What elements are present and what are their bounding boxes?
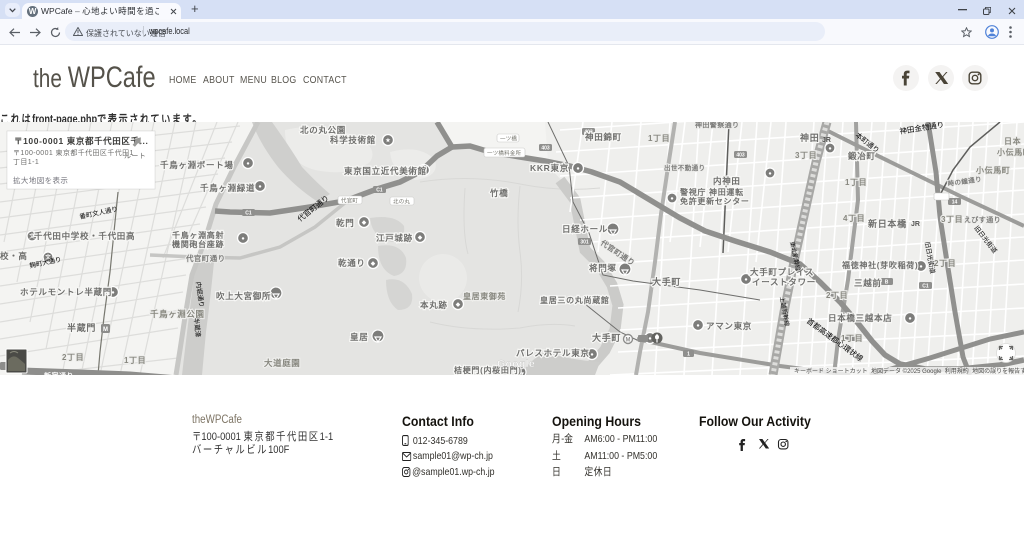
svg-text:福徳神社(芽吹稲荷): 福徳神社(芽吹稲荷) [841,260,918,270]
svg-text:神田錦町: 神田錦町 [585,132,622,142]
svg-text:◆: ◆ [370,260,376,267]
svg-text:えびす通り: えびす通り [964,215,1001,224]
svg-text:本丸跡: 本丸跡 [420,300,448,310]
svg-text:JR: JR [911,221,920,228]
svg-text:1丁目: 1丁目 [845,178,867,187]
svg-text:大手町: 大手町 [592,332,621,343]
svg-text:一ツ橋: 一ツ橋 [500,135,517,143]
svg-text:将門塚: 将門塚 [589,263,617,273]
svg-text:小伝馬町: 小伝馬町 [975,165,1010,175]
svg-text:大手町プレイス: 大手町プレイス [750,267,814,277]
svg-text:大手町: 大手町 [652,276,681,287]
svg-text:●: ● [908,316,911,322]
svg-text:2丁目: 2丁目 [826,291,848,300]
svg-text:●: ● [648,336,651,342]
svg-text:キーボード ショートカット 地図データ ©2025 Goo: キーボード ショートカット 地図データ ©2025 Google 利用規約 地図… [794,367,1024,375]
svg-text:皇居: 皇居 [350,332,368,342]
svg-text:1丁目: 1丁目 [648,134,670,143]
svg-text:2丁目: 2丁目 [62,353,84,362]
svg-text:M: M [103,327,108,333]
svg-text:ホテルモントレ半蔵門: ホテルモントレ半蔵門 [20,287,112,297]
svg-text:〒100-0001 東京都千代田区千代田1: 〒100-0001 東京都千代田区千代田1 [13,148,134,157]
svg-text:B: B [885,280,889,286]
svg-text:科学技術館: 科学技術館 [330,135,376,145]
svg-text:◆: ◆ [417,234,423,241]
svg-text:千鳥ヶ淵高射: 千鳥ヶ淵高射 [172,230,224,240]
svg-text:出世不動通り: 出世不動通り [664,163,705,172]
svg-text:●: ● [258,184,261,190]
svg-text:●: ● [919,264,922,270]
svg-text:神田: 神田 [800,132,819,143]
svg-text:●: ● [241,236,244,242]
svg-text:皇居東御苑: 皇居東御苑 [463,291,506,301]
svg-text:鍛冶町: 鍛冶町 [847,151,876,161]
svg-text:●: ● [246,161,249,167]
svg-text:アマン東京: アマン東京 [706,321,752,331]
svg-text:三越前: 三越前 [854,278,882,288]
svg-text:大道庭園: 大道庭園 [264,358,300,368]
svg-text:一ツ橋料金所: 一ツ橋料金所 [487,149,522,157]
svg-text:●: ● [590,352,593,358]
svg-text:新日本橋: 新日本橋 [868,218,907,229]
svg-text:校・高: 校・高 [0,251,28,261]
svg-text:4丁目: 4丁目 [843,214,865,223]
svg-text:北の丸公園: 北の丸公園 [300,125,346,135]
svg-text:警視庁 神田運転: 警視庁 神田運転 [679,187,744,197]
svg-text:拡大地図を表示: 拡大地図を表示 [13,175,68,185]
svg-text:丁目1-1: 丁目1-1 [13,158,39,166]
svg-text:半蔵門: 半蔵門 [67,322,96,333]
svg-text:機関砲台座跡: 機関砲台座跡 [172,239,224,249]
svg-text:●: ● [768,171,771,177]
svg-text:江戸城跡: 江戸城跡 [376,233,413,243]
svg-text:M: M [626,338,631,344]
svg-text:北の丸: 北の丸 [393,198,410,206]
svg-text:日本: 日本 [1004,136,1021,146]
svg-text:301: 301 [580,240,589,246]
svg-text:3丁目: 3丁目 [795,151,817,160]
svg-text:Google: Google [497,358,535,370]
svg-text:C1: C1 [376,188,383,194]
svg-text:◆: ◆ [361,219,367,226]
svg-text:乾通り: 乾通り [338,258,366,268]
svg-text:竹橋: 竹橋 [489,188,508,198]
svg-text:千代田中学校・千代田高: 千代田中学校・千代田高 [34,231,135,241]
svg-text:●: ● [744,277,747,283]
svg-text:403: 403 [736,153,745,159]
svg-text:乾門: 乾門 [336,218,354,228]
svg-text:1丁目: 1丁目 [124,356,146,365]
svg-text:パレスホテル東京: パレスホテル東京 [516,348,590,358]
svg-text:◆: ◆ [455,301,461,308]
svg-text:代官町: 代官町 [341,197,358,205]
svg-text:403: 403 [541,146,550,152]
svg-text:内神田: 内神田 [713,176,741,186]
svg-text:2丁目: 2丁目 [934,259,956,268]
svg-text:●: ● [576,166,579,172]
svg-text:1: 1 [687,352,690,358]
svg-text:皇居三の丸尚蔵館: 皇居三の丸尚蔵館 [540,295,610,305]
svg-text:日経ホール: 日経ホール [562,224,608,234]
svg-text:●: ● [670,196,673,202]
svg-text:●: ● [828,146,831,152]
svg-text:KKR東京: KKR東京 [530,163,569,173]
svg-text:日本橋三越本店: 日本橋三越本店 [828,313,892,323]
svg-text:●: ● [696,323,699,329]
svg-text:3丁目: 3丁目 [941,215,963,224]
svg-text:千鳥ヶ淵ボート場: 千鳥ヶ淵ボート場 [160,160,234,170]
svg-text:〒100-0001 東京都千代田区千...: 〒100-0001 東京都千代田区千... [14,136,148,146]
svg-text:イーストタワー: イーストタワー [752,277,816,287]
svg-text:C1: C1 [922,284,929,290]
svg-text:JR: JR [822,137,831,144]
svg-text:千鳥ヶ淵緑道: 千鳥ヶ淵緑道 [200,183,255,193]
svg-text:C1: C1 [245,211,252,217]
svg-text:14: 14 [952,200,958,206]
svg-text:代官町通り: 代官町通り [185,253,226,263]
svg-text:神田警察通り: 神田警察通り [695,122,739,129]
svg-text:東京国立近代美術館: 東京国立近代美術館 [344,166,427,176]
svg-text:小伝馬町: 小伝馬町 [996,147,1024,157]
svg-text:吹上大宮御所: 吹上大宮御所 [216,291,271,301]
svg-text:免許更新センター: 免許更新センター [680,196,750,206]
